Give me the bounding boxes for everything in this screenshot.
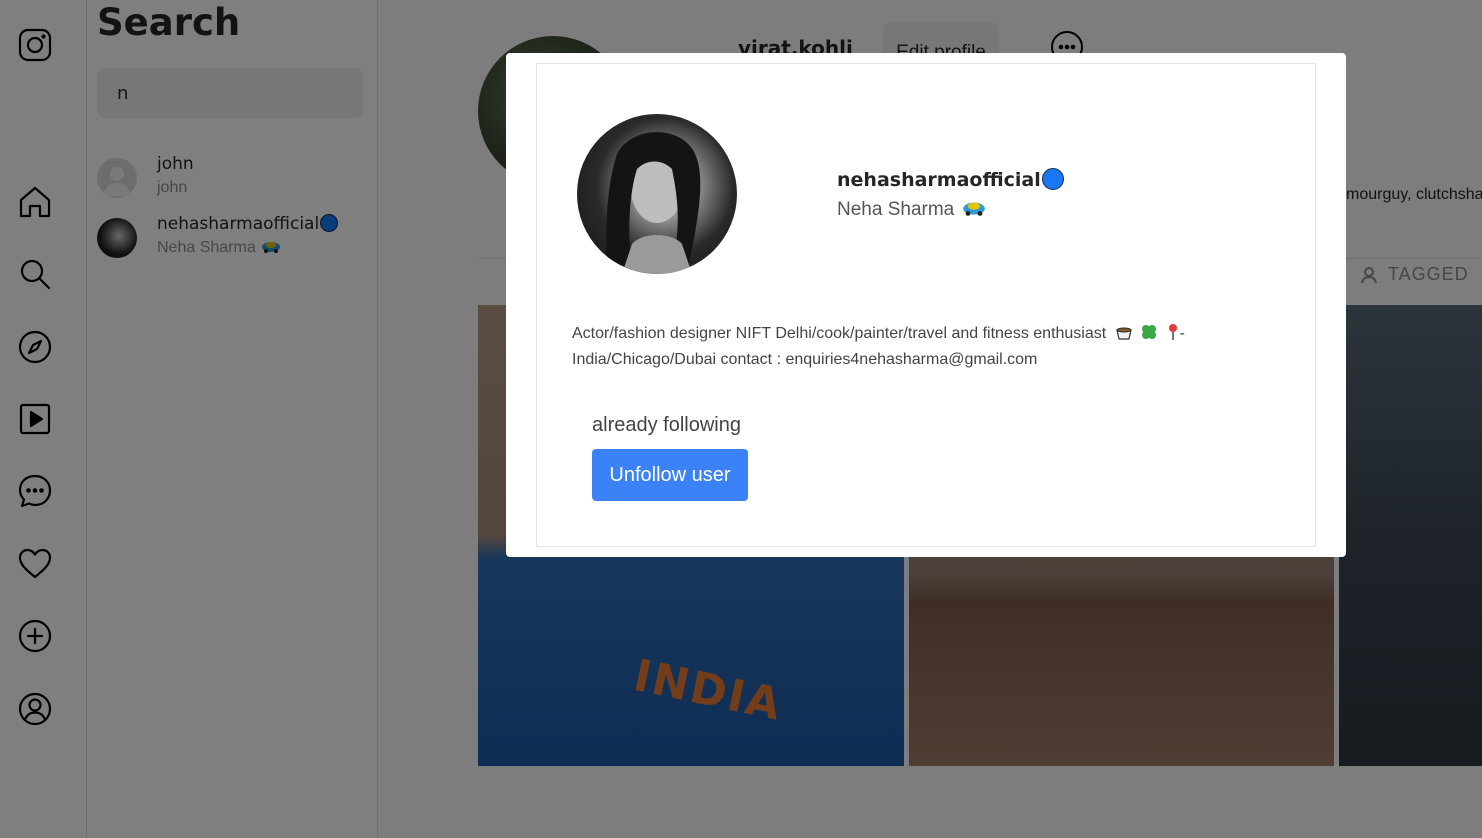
modal-avatar <box>577 114 737 274</box>
unfollow-user-button[interactable]: Unfollow user <box>592 449 748 501</box>
follow-status-text: already following <box>592 414 741 436</box>
bio-line-2: India/Chicago/Dubai contact : enquiries4… <box>572 351 1038 368</box>
verified-badge-icon <box>1041 168 1064 190</box>
modal-fullname-row: Neha Sharma <box>837 199 986 221</box>
coffee-emoji-icon <box>1115 327 1132 340</box>
bio-line-1-end: - <box>1179 325 1185 342</box>
car-emoji-icon <box>963 202 986 216</box>
modal-card: nehasharmaofficial Neha Sharma Actor/fas… <box>536 63 1316 547</box>
modal-username: nehasharmaofficial <box>837 169 1041 191</box>
modal-username-row: nehasharmaofficial <box>837 168 1064 191</box>
pin-emoji-icon <box>1168 324 1177 340</box>
bio-line-1: Actor/fashion designer NIFT Delhi/cook/p… <box>572 325 1107 342</box>
modal-fullname: Neha Sharma <box>837 199 955 220</box>
clover-emoji-icon <box>1142 325 1157 339</box>
user-preview-modal: nehasharmaofficial Neha Sharma Actor/fas… <box>506 53 1346 557</box>
modal-bio: Actor/fashion designer NIFT Delhi/cook/p… <box>572 321 1232 373</box>
